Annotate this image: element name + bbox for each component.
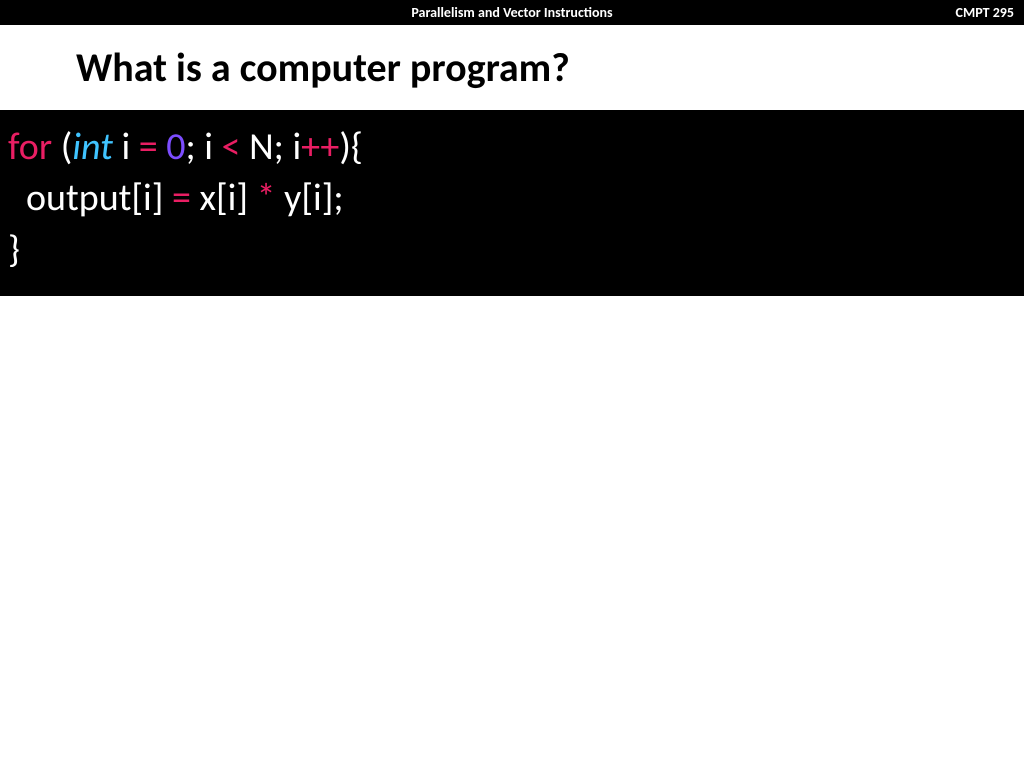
code-token [52, 124, 61, 170]
code-token: y[i]; [276, 175, 344, 221]
code-line-1: for (int i = 0; i < N; i++){ [8, 122, 1016, 173]
code-token-number: 0 [166, 124, 185, 170]
code-token: ( [61, 124, 73, 170]
code-token-op: = [172, 175, 191, 221]
slide-title: What is a computer program? [0, 25, 1024, 110]
code-token [158, 124, 167, 170]
code-token-op: ++ [301, 124, 339, 170]
code-line-3: } [8, 225, 1016, 276]
code-token: } [8, 227, 20, 273]
code-token-for: for [8, 124, 52, 170]
code-token: output[i] [26, 175, 172, 221]
code-token: i [121, 124, 138, 170]
header-course: CMPT 295 [956, 4, 1014, 21]
code-token: ){ [339, 124, 362, 170]
code-line-2: output[i] = x[i] * y[i]; [8, 173, 1016, 224]
code-token: x[i] [191, 175, 257, 221]
header-bar: Parallelism and Vector Instructions CMPT… [0, 0, 1024, 25]
code-token-op: = [139, 124, 158, 170]
header-title: Parallelism and Vector Instructions [411, 4, 612, 21]
code-block: for (int i = 0; i < N; i++){ output[i] =… [0, 110, 1024, 296]
code-token: N; i [241, 124, 302, 170]
code-token-type: int [72, 124, 113, 170]
code-token-op: < [222, 124, 241, 170]
code-token: ; i [186, 124, 222, 170]
code-token-op: * [257, 175, 276, 221]
